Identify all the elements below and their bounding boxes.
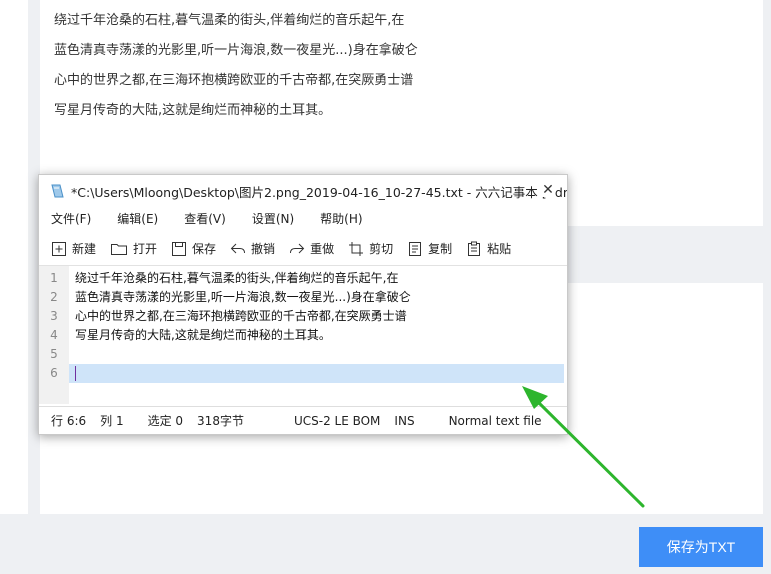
save-button[interactable]: 保存 <box>171 240 216 257</box>
notepad-app-icon <box>49 183 65 199</box>
save-as-txt-button[interactable]: 保存为TXT <box>639 527 763 567</box>
window-title: *C:\Users\Mloong\Desktop\图片2.png_2019-04… <box>71 184 567 200</box>
undo-label: 撤销 <box>251 242 276 256</box>
active-text-line[interactable] <box>69 364 564 383</box>
cut-label: 剪切 <box>369 242 394 256</box>
text-line[interactable]: 绕过千年沧桑的石柱,暮气温柔的街头,伴着绚烂的音乐起午,在 <box>69 269 567 288</box>
redo-button[interactable]: 重做 <box>289 240 334 257</box>
new-button[interactable]: 新建 <box>51 240 96 257</box>
menu-bar: 文件(F) 编辑(E) 查看(V) 设置(N) 帮助(H) <box>39 207 567 229</box>
left-panel <box>0 0 28 514</box>
line-number: 3 <box>50 309 58 323</box>
undo-button[interactable]: 撤销 <box>230 240 275 257</box>
menu-edit[interactable]: 编辑(E) <box>117 210 158 227</box>
paste-label: 粘贴 <box>487 242 512 256</box>
open-button[interactable]: 打开 <box>110 240 157 257</box>
undo-icon <box>230 243 246 253</box>
status-encoding: UCS-2 LE BOM <box>293 413 381 428</box>
status-bar: 行 6:6 列 1 选定 0 318字节 UCS-2 LE BOM INS No… <box>39 406 567 434</box>
preview-text: 绕过千年沧桑的石柱,暮气温柔的街头,伴着绚烂的音乐起午,在 蓝色清真寺荡漾的光影… <box>54 11 418 131</box>
line-number: 2 <box>50 290 58 304</box>
toolbar: 新建 打开 保存 撤销 重做 剪切 复制 粘贴 <box>39 232 567 266</box>
redo-icon <box>290 243 305 253</box>
open-label: 打开 <box>133 242 158 256</box>
close-icon[interactable]: ✕ <box>541 183 555 197</box>
title-bar: *C:\Users\Mloong\Desktop\图片2.png_2019-04… <box>39 175 567 207</box>
status-selection: 选定 0 <box>147 414 184 428</box>
status-col: 列 1 <box>100 414 124 428</box>
crop-cut-icon <box>349 241 364 256</box>
text-editor[interactable]: 1 2 3 4 5 6 绕过千年沧桑的石柱,暮气温柔的街头,伴着绚烂的音乐起午,… <box>39 266 567 404</box>
menu-file[interactable]: 文件(F) <box>51 210 91 227</box>
line-number: 5 <box>50 347 58 361</box>
menu-help[interactable]: 帮助(H) <box>320 210 362 227</box>
text-line[interactable]: 写星月传奇的大陆,这就是绚烂而神秘的土耳其。 <box>69 326 567 345</box>
paste-button[interactable]: 粘贴 <box>466 240 511 257</box>
status-mode: INS <box>394 413 415 428</box>
code-lines[interactable]: 绕过千年沧桑的石柱,暮气温柔的街头,伴着绚烂的音乐起午,在 蓝色清真寺荡漾的光影… <box>69 266 567 404</box>
copy-label: 复制 <box>428 242 453 256</box>
status-row: 行 6:6 <box>51 414 87 428</box>
new-label: 新建 <box>72 242 97 256</box>
menu-view[interactable]: 查看(V) <box>184 210 226 227</box>
copy-icon <box>409 241 422 256</box>
menu-settings[interactable]: 设置(N) <box>252 210 294 227</box>
status-bytes: 318字节 <box>197 414 244 428</box>
save-icon <box>172 241 187 256</box>
preview-line: 蓝色清真寺荡漾的光影里,听一片海浪,数一夜星光...)身在拿破仑 <box>54 43 418 58</box>
line-number: 1 <box>50 271 58 285</box>
notepad-window: *C:\Users\Mloong\Desktop\图片2.png_2019-04… <box>38 174 568 435</box>
save-label: 保存 <box>192 242 217 256</box>
preview-line: 心中的世界之都,在三海环抱横跨欧亚的千古帝都,在突厥勇士谱 <box>54 73 414 88</box>
text-line[interactable]: 心中的世界之都,在三海环抱横跨欧亚的千古帝都,在突厥勇士谱 <box>69 307 567 326</box>
folder-icon <box>111 243 128 255</box>
paste-icon <box>468 241 481 256</box>
preview-line: 写星月传奇的大陆,这就是绚烂而神秘的土耳其。 <box>54 103 332 118</box>
text-line[interactable] <box>69 345 567 364</box>
line-number: 6 <box>50 366 58 380</box>
line-number-gutter: 1 2 3 4 5 6 <box>39 266 69 404</box>
redo-label: 重做 <box>310 242 335 256</box>
text-line[interactable]: 蓝色清真寺荡漾的光影里,听一片海浪,数一夜星光...)身在拿破仑 <box>69 288 567 307</box>
new-icon <box>52 241 66 256</box>
status-filetype: Normal text file <box>448 413 542 428</box>
line-number: 4 <box>50 328 58 342</box>
preview-line: 绕过千年沧桑的石柱,暮气温柔的街头,伴着绚烂的音乐起午,在 <box>54 13 405 28</box>
text-caret <box>75 366 76 381</box>
copy-button[interactable]: 复制 <box>407 240 452 257</box>
cut-button[interactable]: 剪切 <box>348 240 393 257</box>
